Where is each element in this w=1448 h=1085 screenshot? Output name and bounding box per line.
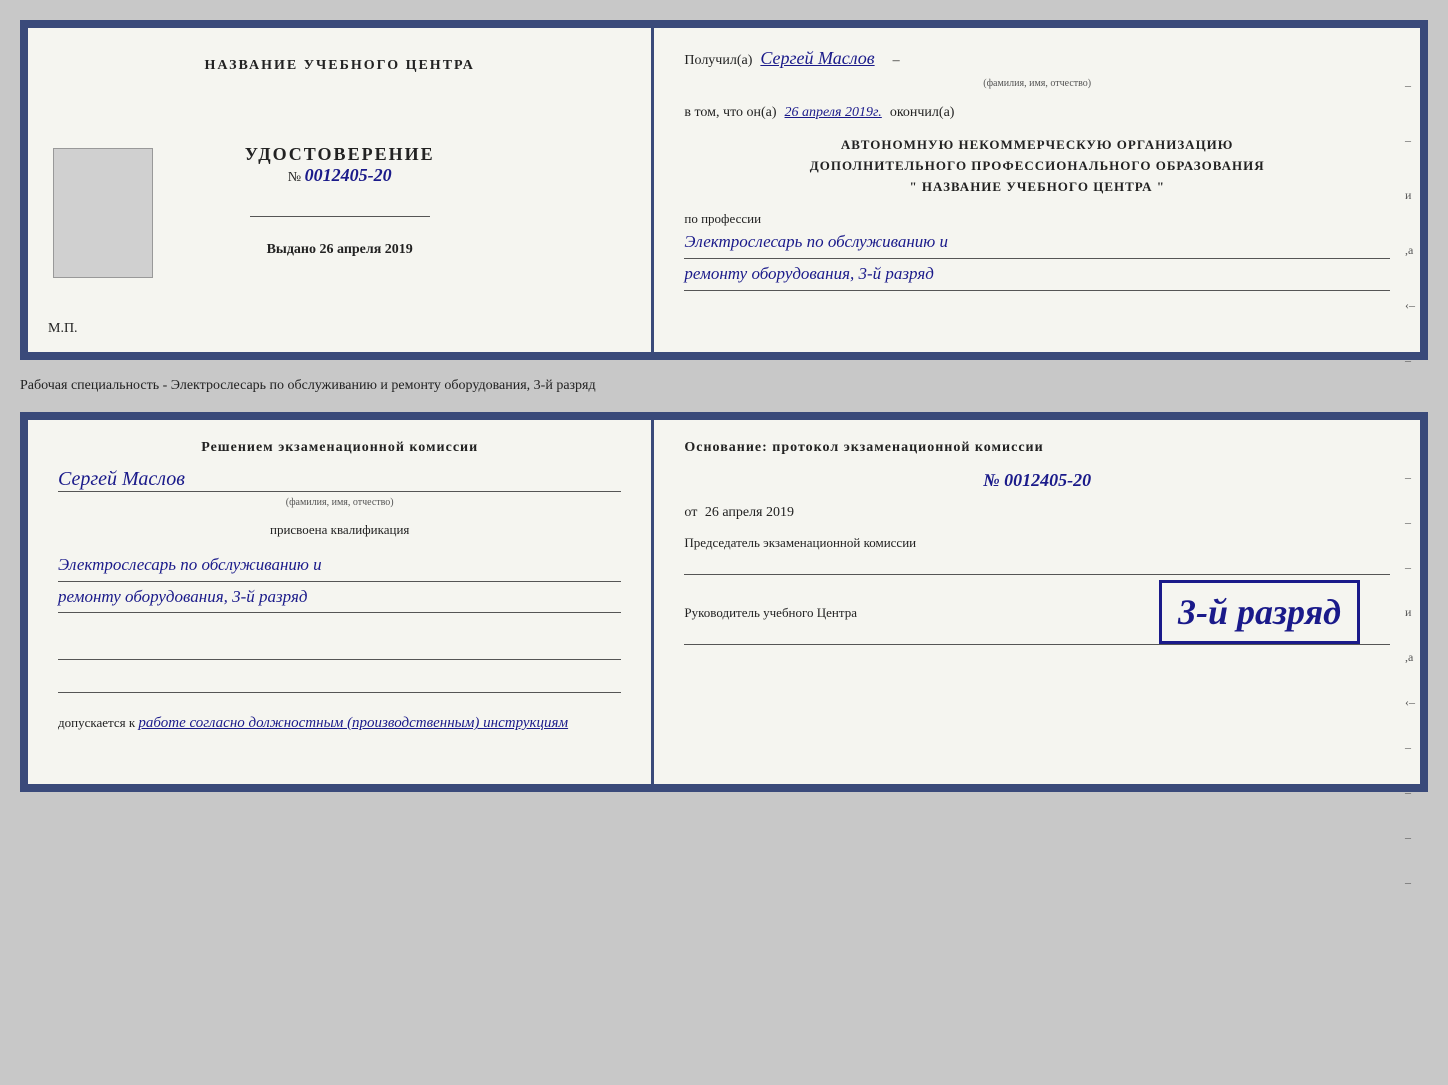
sig-area-left: [58, 635, 621, 693]
completed-label: окончил(а): [890, 105, 955, 121]
commission-chair-sig: [684, 555, 1390, 575]
sig-line-2: [58, 668, 621, 693]
person-sub-label: (фамилия, имя, отчество): [286, 497, 394, 508]
received-label: Получил(а): [684, 53, 752, 69]
admitted-label: допускается к: [58, 715, 135, 730]
commission-chair-label: Председатель экзаменационной комиссии: [684, 535, 1390, 551]
basis-label: Основание: протокол экзаменационной коми…: [684, 440, 1390, 456]
cert-number: 0012405-20: [305, 165, 392, 185]
issued-date-value: 26 апреля 2019: [320, 242, 413, 257]
org-block: АВТОНОМНУЮ НЕКОММЕРЧЕСКУЮ ОРГАНИЗАЦИЮ ДО…: [684, 135, 1390, 197]
stamp-box: 3-й разряд: [1159, 580, 1360, 644]
org-name-top: НАЗВАНИЕ УЧЕБНОГО ЦЕНТРА: [204, 58, 474, 74]
side-marks-bottom-right: – – – и ,а ‹– – – – –: [1405, 470, 1415, 890]
profession-line1: Электрослесарь по обслуживанию и: [684, 227, 1390, 259]
sig-line-1: [58, 635, 621, 660]
person-name-cursive: Сергей Маслов: [58, 468, 621, 492]
org-line3: " НАЗВАНИЕ УЧЕБНОГО ЦЕНТРА ": [684, 177, 1390, 198]
top-certificate: НАЗВАНИЕ УЧЕБНОГО ЦЕНТРА УДОСТОВЕРЕНИЕ №…: [20, 20, 1428, 360]
cert-bottom-left: Решением экзаменационной комиссии Сергей…: [28, 420, 654, 784]
bottom-certificate: Решением экзаменационной комиссии Сергей…: [20, 412, 1428, 792]
commission-title: Решением экзаменационной комиссии: [58, 440, 621, 456]
recipient-sub-label: (фамилия, имя, отчество): [983, 78, 1091, 89]
cert-middle-section: УДОСТОВЕРЕНИЕ № 0012405-20 Выдано 26 апр…: [245, 74, 435, 332]
qualification-line2: ремонту оборудования, 3-й разряд: [58, 582, 621, 614]
issued-label: Выдано: [267, 242, 316, 257]
signature-line-left: [250, 216, 430, 217]
recipient-name: Сергей Маслов: [760, 48, 874, 69]
qualification-line1: Электрослесарь по обслуживанию и: [58, 550, 621, 582]
cert-bottom-right: Основание: протокол экзаменационной коми…: [654, 420, 1420, 784]
cert-title: УДОСТОВЕРЕНИЕ: [245, 144, 435, 165]
qualification-block: Электрослесарь по обслуживанию и ремонту…: [58, 550, 621, 613]
photo-placeholder: [53, 148, 153, 278]
doc-date-value: 26 апреля 2019: [705, 505, 794, 520]
in-that-block: в том, что он(а) 26 апреля 2019г. окончи…: [684, 105, 1390, 121]
admitted-value: работе согласно должностным (производств…: [138, 715, 568, 731]
admitted-block: допускается к работе согласно должностны…: [58, 715, 621, 732]
recipient-block: Получил(а) Сергей Маслов –: [684, 48, 1390, 69]
org-line1: АВТОНОМНУЮ НЕКОММЕРЧЕСКУЮ ОРГАНИЗАЦИЮ: [684, 135, 1390, 156]
between-text: Рабочая специальность - Электрослесарь п…: [20, 372, 1428, 400]
cert-number-label: №: [288, 170, 301, 185]
doc-date-label: от: [684, 505, 697, 520]
profession-block: по профессии Электрослесарь по обслужива…: [684, 211, 1390, 290]
doc-date-block: от 26 апреля 2019: [684, 505, 1390, 521]
profession-line2: ремонту оборудования, 3-й разряд: [684, 259, 1390, 291]
cert-top-left: НАЗВАНИЕ УЧЕБНОГО ЦЕНТРА УДОСТОВЕРЕНИЕ №…: [28, 28, 654, 352]
doc-number: № 0012405-20: [684, 470, 1390, 491]
org-line2: ДОПОЛНИТЕЛЬНОГО ПРОФЕССИОНАЛЬНОГО ОБРАЗО…: [684, 156, 1390, 177]
commission-chair-block: Председатель экзаменационной комиссии: [684, 535, 1390, 575]
person-name-block: Сергей Маслов (фамилия, имя, отчество): [58, 468, 621, 510]
cert-top-right: Получил(а) Сергей Маслов – (фамилия, имя…: [654, 28, 1420, 352]
completed-date: 26 апреля 2019г.: [785, 105, 882, 121]
document-container: НАЗВАНИЕ УЧЕБНОГО ЦЕНТРА УДОСТОВЕРЕНИЕ №…: [20, 20, 1428, 792]
in-that-label: в том, что он(а): [684, 105, 776, 121]
stamp-text: 3-й разряд: [1178, 591, 1341, 633]
cert-number-line: № 0012405-20: [245, 165, 435, 186]
issued-date: Выдано 26 апреля 2019: [267, 242, 413, 258]
qualification-label: присвоена квалификация: [58, 522, 621, 538]
profession-label: по профессии: [684, 211, 1390, 227]
mp-label: М.П.: [48, 321, 78, 337]
